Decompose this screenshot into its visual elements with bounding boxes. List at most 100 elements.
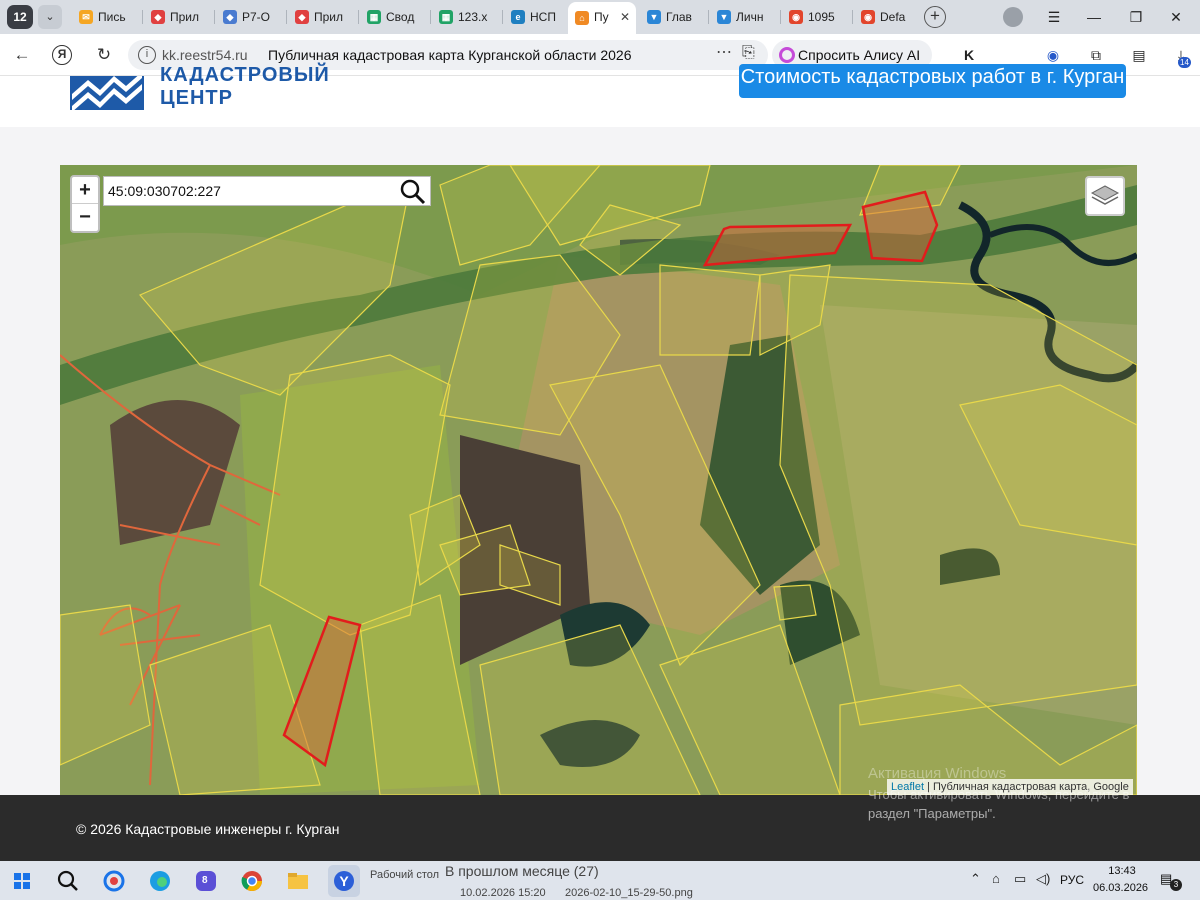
notification-badge: 3 <box>1170 879 1182 891</box>
tab-label: Глав <box>666 10 692 24</box>
tab-doc-1095[interactable]: ◉ 1095 <box>782 4 850 30</box>
tab-label: НСП <box>530 10 556 24</box>
footer-copyright: © 2026 Кадастровые инженеры г. Курган <box>76 821 340 837</box>
explorer-window-peek: Рабочий стол В прошлом месяце (27) 10.02… <box>365 861 965 900</box>
url-host: kk.reestr54.ru <box>162 47 248 63</box>
tab-mail[interactable]: ✉ Пись <box>72 4 140 30</box>
extension-shield-icon[interactable]: ◉ <box>1042 44 1064 66</box>
gosuslugi-icon: ▼ <box>647 10 661 24</box>
svg-text:Y: Y <box>339 873 349 889</box>
browser-tab-strip: 12 ⌄ ✉ Пись ◆ Прил ◆ Р7-О ◆ Прил ▦ Свод … <box>0 0 1200 34</box>
tab-label: Пу <box>594 10 609 24</box>
input-language[interactable]: РУС <box>1060 873 1084 887</box>
tab-gosuslugi-main[interactable]: ▼ Глав <box>640 4 706 30</box>
tab-app-1[interactable]: ◆ Прил <box>144 4 212 30</box>
browser-menu-icon[interactable]: ☰ <box>1043 6 1065 28</box>
site-info-icon[interactable]: i <box>138 46 156 64</box>
tab-label: Прил <box>170 10 200 24</box>
zoom-out-button[interactable]: − <box>72 204 98 231</box>
tab-label: Р7-О <box>242 10 271 24</box>
battery-icon[interactable]: ▭ <box>1014 871 1026 887</box>
messenger-icon[interactable]: 8 <box>190 865 222 897</box>
tab-spreadsheet-1[interactable]: ▦ Свод <box>360 4 428 30</box>
app-icon: ◆ <box>295 10 309 24</box>
profile-avatar[interactable] <box>1003 7 1023 27</box>
page-content: КАДАСТРОВЫЙ ЦЕНТР Стоимость кадастровых … <box>0 64 1200 795</box>
layers-icon[interactable] <box>1085 176 1125 216</box>
document-icon: ◉ <box>861 10 875 24</box>
bookmark-icon[interactable]: ⎘ <box>742 44 755 62</box>
more-icon[interactable]: ⋯ <box>716 42 733 62</box>
logo-icon[interactable] <box>70 72 144 112</box>
cadastral-works-price-button[interactable]: Стоимость кадастровых работ в г. Курган <box>739 64 1126 98</box>
close-window-button[interactable]: ✕ <box>1165 6 1187 28</box>
spreadsheet-icon: ▦ <box>367 10 381 24</box>
cadastral-map[interactable]: + − Leaflet | Публичная кадастровая карт… <box>60 165 1137 795</box>
search-icon[interactable] <box>52 865 84 897</box>
tab-default[interactable]: ◉ Defa <box>854 4 916 30</box>
page-title: Публичная кадастровая карта Курганской о… <box>268 47 632 63</box>
peek-group-label: В прошлом месяце (27) <box>445 863 599 879</box>
tab-list-dropdown[interactable]: ⌄ <box>38 5 62 29</box>
r7-icon: ◆ <box>223 10 237 24</box>
house-icon: ⌂ <box>575 11 589 25</box>
tab-gosuslugi-personal[interactable]: ▼ Личн <box>710 4 778 30</box>
tab-label: Свод <box>386 10 415 24</box>
tab-label: 123.x <box>458 10 488 24</box>
volume-icon[interactable]: ◁) <box>1036 871 1050 887</box>
spreadsheet-icon: ▦ <box>439 10 453 24</box>
peek-desktop-label: Рабочий стол <box>370 869 440 881</box>
peek-file-date: 10.02.2026 15:20 <box>460 887 546 899</box>
tab-app-2[interactable]: ◆ Прил <box>288 4 356 30</box>
cadastral-number-input[interactable] <box>104 177 394 205</box>
edge-icon[interactable] <box>144 865 176 897</box>
edge-icon: e <box>511 10 525 24</box>
search-icon[interactable] <box>400 179 426 205</box>
tab-label: Прил <box>314 10 344 24</box>
app-icon: ◆ <box>151 10 165 24</box>
tab-label: Личн <box>736 10 764 24</box>
tab-label: Defa <box>880 10 906 24</box>
tab-nsp[interactable]: e НСП <box>504 4 566 30</box>
tab-r7[interactable]: ◆ Р7-О <box>216 4 284 30</box>
zoom-in-button[interactable]: + <box>72 177 98 204</box>
clock-time[interactable]: 13:43 <box>1105 865 1139 877</box>
satellite-imagery <box>60 165 1137 795</box>
chrome-icon[interactable] <box>236 865 268 897</box>
messenger-badge: 8 <box>202 875 208 886</box>
tray-overflow-icon[interactable]: ⌃ <box>970 871 981 887</box>
start-button[interactable] <box>6 865 38 897</box>
yandex-browser-icon[interactable]: Y <box>328 865 360 897</box>
downloads-icon[interactable]: ⤓ 14 <box>1170 44 1192 68</box>
alice-icon <box>779 47 795 63</box>
cadastral-search <box>103 176 431 206</box>
windows-activation-watermark: Активация Windows <box>868 765 1007 782</box>
file-explorer-icon[interactable] <box>282 865 314 897</box>
windows-activation-watermark-line3: раздел "Параметры". <box>868 806 996 821</box>
site-footer: © 2026 Кадастровые инженеры г. Курган Ак… <box>0 765 1200 861</box>
tab-spreadsheet-2[interactable]: ▦ 123.x <box>432 4 500 30</box>
clock-date[interactable]: 06.03.2026 <box>1093 882 1148 894</box>
downloads-badge: 14 <box>1178 57 1191 68</box>
tab-label: 1095 <box>808 10 835 24</box>
tab-active-cadastral-map[interactable]: ⌂ Пу ✕ <box>568 2 636 34</box>
minimize-button[interactable]: — <box>1083 6 1105 28</box>
logo-text-line1: КАДАСТРОВЫЙ <box>160 64 330 86</box>
extension-k-icon[interactable]: K <box>958 44 980 66</box>
zoom-control: + − <box>70 175 100 233</box>
peek-file-name: 2026-02-10_15-29-50.png <box>565 887 693 899</box>
new-tab-button[interactable]: + <box>924 6 946 28</box>
tab-count-button[interactable]: 12 <box>7 5 33 29</box>
document-icon: ◉ <box>789 10 803 24</box>
reload-button[interactable]: ↻ <box>92 43 116 67</box>
back-button[interactable]: ← <box>10 43 34 67</box>
collections-icon[interactable]: ⧉ <box>1085 44 1107 66</box>
yandex-home-button[interactable]: Я <box>52 45 72 65</box>
cortana-icon[interactable] <box>98 865 130 897</box>
extension-doc-icon[interactable]: ▤ <box>1128 44 1150 66</box>
gosuslugi-icon: ▼ <box>717 10 731 24</box>
ask-alice-label: Спросить Алису AI <box>798 47 921 63</box>
close-tab-icon[interactable]: ✕ <box>620 2 630 32</box>
network-icon[interactable]: ⌂ <box>992 871 1000 886</box>
restore-button[interactable]: ❐ <box>1125 6 1147 28</box>
